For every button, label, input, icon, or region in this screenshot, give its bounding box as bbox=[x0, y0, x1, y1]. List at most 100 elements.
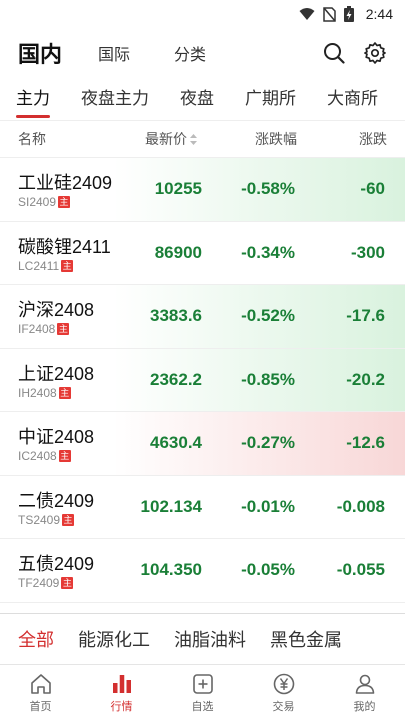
main-contract-badge: 主 bbox=[58, 450, 71, 462]
settings-gear-icon[interactable] bbox=[363, 41, 387, 65]
tab-night[interactable]: 夜盘 bbox=[180, 78, 214, 120]
change-percent: -0.01% bbox=[241, 496, 295, 516]
contract-name: 碳酸锂2411 bbox=[18, 236, 111, 257]
tab-gfex[interactable]: 广期所 bbox=[245, 78, 296, 120]
last-price: 104.350 bbox=[140, 560, 202, 579]
last-price: 102.134 bbox=[140, 496, 202, 516]
top-nav: 国内 国际 分类 bbox=[0, 28, 405, 78]
status-bar: 2:44 bbox=[0, 0, 405, 28]
last-price: 86900 bbox=[154, 242, 202, 262]
change-value: -0.008 bbox=[336, 496, 385, 516]
add-box-icon bbox=[192, 673, 213, 694]
sub-nav: 主力 夜盘主力 夜盘 广期所 大商所 bbox=[0, 78, 405, 120]
chart-bars-icon bbox=[112, 674, 131, 693]
contract-name: 二债2409 bbox=[18, 490, 95, 511]
no-sim-icon bbox=[323, 6, 336, 22]
change-value: -0.055 bbox=[336, 560, 385, 579]
change-percent: -0.27% bbox=[241, 433, 295, 452]
contract-code-text: TS2409 bbox=[18, 512, 61, 527]
last-price: 2362.2 bbox=[150, 369, 202, 389]
contract-name: 工业硅2409 bbox=[18, 173, 113, 193]
contract-code: SI2409 主 bbox=[18, 195, 71, 209]
contract-code-text: LC2411 bbox=[18, 258, 60, 273]
battery-charging-icon bbox=[343, 6, 354, 22]
contract-code: IH2408 主 bbox=[18, 386, 71, 400]
header-change[interactable]: 涨跌 bbox=[359, 129, 387, 149]
scroll-fade bbox=[381, 78, 405, 120]
search-icon[interactable] bbox=[323, 42, 345, 64]
last-price: 10255 bbox=[154, 179, 202, 198]
bottom-nav: 首页 行情 自选 交易 我的 bbox=[0, 664, 405, 720]
quote-list: 工业硅2409 SI2409 主 10255 -0.58% -60 碳酸锂2411… bbox=[0, 158, 405, 603]
contract-code: IF2408 主 bbox=[18, 322, 70, 336]
category-bar: 全部 能源化工 油脂油料 黑色金属 bbox=[0, 613, 405, 663]
last-price: 4630.4 bbox=[150, 433, 202, 452]
header-price[interactable]: 最新价 bbox=[145, 129, 197, 149]
header-price-label: 最新价 bbox=[145, 131, 187, 147]
tab-dce[interactable]: 大商所 bbox=[327, 78, 378, 120]
tab-domestic[interactable]: 国内 bbox=[18, 37, 62, 69]
main-contract-badge: 主 bbox=[57, 323, 70, 335]
user-icon bbox=[355, 674, 374, 694]
sort-icon bbox=[190, 133, 197, 145]
change-value: -300 bbox=[350, 242, 385, 262]
change-value: -60 bbox=[360, 179, 385, 198]
status-time: 2:44 bbox=[365, 6, 393, 22]
tab-main[interactable]: 主力 bbox=[16, 78, 50, 120]
contract-code: TS2409 主 bbox=[18, 512, 75, 527]
contract-code: LC2411 主 bbox=[18, 258, 74, 273]
change-percent: -0.34% bbox=[241, 242, 295, 262]
main-contract-badge: 主 bbox=[58, 196, 71, 208]
tab-category[interactable]: 分类 bbox=[174, 41, 206, 65]
nav-home[interactable]: 首页 bbox=[0, 665, 81, 720]
category-energy-chemical[interactable]: 能源化工 bbox=[78, 626, 150, 652]
contract-name: 上证2408 bbox=[18, 363, 95, 384]
home-icon bbox=[30, 673, 51, 694]
contract-code-text: IC2408 bbox=[18, 449, 57, 463]
contract-code: TF2409 主 bbox=[18, 576, 74, 590]
wifi-icon bbox=[299, 8, 315, 20]
nav-profile[interactable]: 我的 bbox=[324, 665, 405, 720]
header-change-percent[interactable]: 涨跌幅 bbox=[255, 129, 297, 149]
contract-code: IC2408 主 bbox=[18, 449, 71, 463]
change-percent: -0.85% bbox=[241, 369, 295, 389]
tab-night-main[interactable]: 夜盘主力 bbox=[81, 78, 149, 120]
table-row[interactable]: 二债2409 TS2409 主 102.134 -0.01% -0.008 bbox=[0, 476, 405, 539]
change-value: -17.6 bbox=[346, 306, 385, 325]
nav-label: 行情 bbox=[110, 700, 133, 713]
table-row[interactable]: 工业硅2409 SI2409 主 10255 -0.58% -60 bbox=[0, 158, 405, 222]
table-row[interactable]: 上证2408 IH2408 主 2362.2 -0.85% -20.2 bbox=[0, 348, 405, 412]
change-percent: -0.05% bbox=[241, 560, 295, 579]
tab-international[interactable]: 国际 bbox=[98, 41, 130, 65]
table-row[interactable]: 碳酸锂2411 LC2411 主 86900 -0.34% -300 bbox=[0, 222, 405, 285]
category-ferrous-metals[interactable]: 黑色金属 bbox=[270, 626, 342, 652]
contract-code-text: IF2408 bbox=[18, 322, 56, 336]
category-oils-oilseeds[interactable]: 油脂油料 bbox=[174, 626, 246, 652]
nav-label: 我的 bbox=[353, 700, 376, 713]
contract-code-text: IH2408 bbox=[18, 385, 57, 400]
nav-label: 首页 bbox=[29, 700, 52, 713]
change-percent: -0.52% bbox=[241, 306, 295, 325]
contract-name: 中证2408 bbox=[18, 427, 95, 447]
change-value: -12.6 bbox=[346, 433, 385, 452]
table-row[interactable]: 五债2409 TF2409 主 104.350 -0.05% -0.055 bbox=[0, 539, 405, 603]
yen-icon bbox=[273, 673, 294, 694]
header-name: 名称 bbox=[18, 131, 46, 147]
main-contract-badge: 主 bbox=[61, 259, 74, 272]
change-value: -20.2 bbox=[346, 369, 385, 389]
main-contract-badge: 主 bbox=[62, 513, 75, 526]
table-header: 名称 最新价 涨跌幅 涨跌 bbox=[0, 120, 405, 158]
table-row[interactable]: 沪深2408 IF2408 主 3383.6 -0.52% -17.6 bbox=[0, 285, 405, 349]
main-contract-badge: 主 bbox=[61, 577, 74, 589]
nav-trade[interactable]: 交易 bbox=[243, 665, 324, 720]
table-row[interactable]: 中证2408 IC2408 主 4630.4 -0.27% -12.6 bbox=[0, 412, 405, 476]
contract-code-text: SI2409 bbox=[18, 195, 57, 209]
main-contract-badge: 主 bbox=[58, 386, 71, 399]
nav-watchlist[interactable]: 自选 bbox=[162, 665, 243, 720]
nav-label: 自选 bbox=[191, 700, 214, 713]
nav-label: 交易 bbox=[272, 700, 295, 713]
nav-market[interactable]: 行情 bbox=[81, 665, 162, 720]
contract-name: 五债2409 bbox=[18, 554, 95, 574]
last-price: 3383.6 bbox=[150, 306, 202, 325]
category-all[interactable]: 全部 bbox=[18, 626, 54, 652]
